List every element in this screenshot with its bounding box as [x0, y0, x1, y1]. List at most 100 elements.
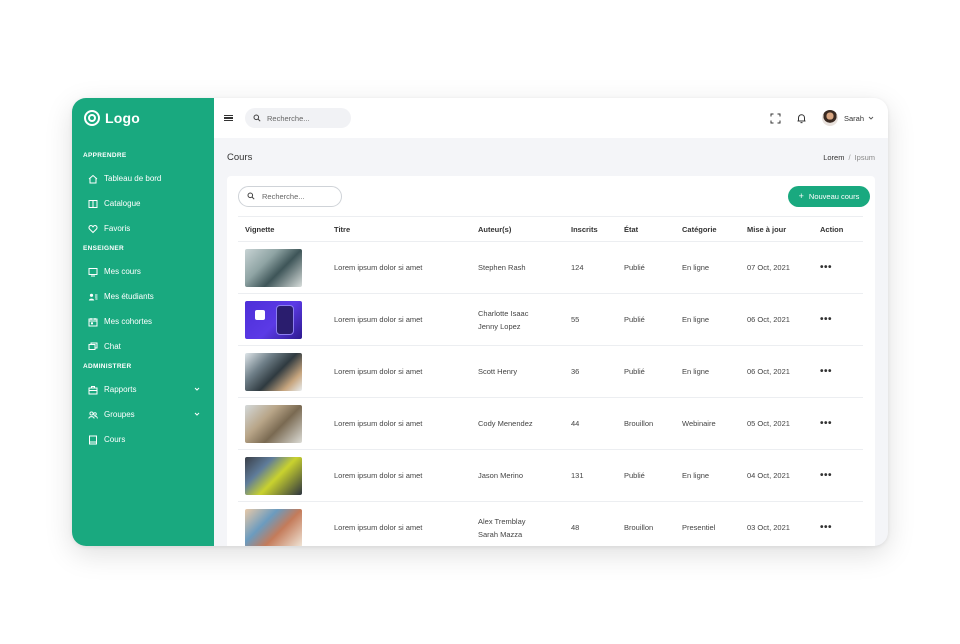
- more-options-icon[interactable]: •••: [820, 418, 832, 429]
- section-title-administrer: ADMINISTRER: [83, 362, 132, 370]
- course-updated: 05 Oct, 2021: [740, 397, 813, 450]
- top-search-input[interactable]: Recherche...: [245, 108, 351, 128]
- sidebar-item-label: Chat: [104, 342, 121, 351]
- course-title[interactable]: Lorem ipsum dolor si amet: [327, 397, 471, 450]
- breadcrumb-item: Ipsum: [854, 152, 875, 162]
- column-header-categorie[interactable]: Catégorie: [675, 216, 740, 242]
- author-name: Stephen Rash: [478, 263, 526, 272]
- chevron-down-icon[interactable]: [194, 386, 200, 392]
- users-icon: [87, 291, 98, 302]
- sidebar-item-favoris[interactable]: Favoris: [72, 216, 214, 241]
- course-title[interactable]: Lorem ipsum dolor si amet: [327, 293, 471, 346]
- author-name: Sarah Mazza: [478, 529, 523, 539]
- sidebar-item-mes-cours[interactable]: Mes cours: [72, 259, 214, 284]
- top-search-placeholder: Recherche...: [267, 113, 310, 123]
- column-header-mise-a-jour[interactable]: Mise à jour: [740, 216, 813, 242]
- user-name[interactable]: Sarah: [844, 114, 864, 123]
- course-authors: Alex Tremblay Sarah Mazza: [471, 501, 564, 546]
- breadcrumb-item[interactable]: Lorem: [823, 153, 844, 162]
- table-row[interactable]: Lorem ipsum dolor si amet Cody Menendez …: [238, 397, 863, 450]
- course-authors: Jason Merino: [471, 449, 564, 502]
- topbar-actions: Sarah: [755, 98, 874, 138]
- column-header-etat[interactable]: État: [617, 216, 675, 242]
- monitor-icon: [87, 266, 98, 277]
- course-state: Brouillon: [617, 501, 675, 546]
- course-thumbnail[interactable]: [245, 456, 302, 495]
- course-title[interactable]: Lorem ipsum dolor si amet: [327, 345, 471, 398]
- page-title: Cours: [227, 151, 253, 163]
- column-header-vignette[interactable]: Vignette: [238, 216, 327, 242]
- course-state: Publié: [617, 241, 675, 294]
- sidebar-item-cours[interactable]: Cours: [72, 427, 214, 452]
- sidebar-item-mes-cohortes[interactable]: Mes cohortes: [72, 309, 214, 334]
- sidebar-item-label: Cours: [104, 435, 126, 444]
- course-title[interactable]: Lorem ipsum dolor si amet: [327, 241, 471, 294]
- page-header: Cours Lorem / Ipsum: [214, 138, 888, 176]
- course-thumbnail[interactable]: [245, 508, 302, 546]
- table-row[interactable]: Lorem ipsum dolor si amet Scott Henry 36…: [238, 345, 863, 398]
- course-authors: Cody Menendez: [471, 397, 564, 450]
- table-header-row: Vignette Titre Auteur(s) Inscrits État C…: [238, 216, 863, 242]
- course-title[interactable]: Lorem ipsum dolor si amet: [327, 501, 471, 546]
- more-options-icon[interactable]: •••: [820, 366, 832, 377]
- new-course-button[interactable]: + Nouveau cours: [788, 185, 870, 207]
- course-thumbnail[interactable]: [245, 248, 302, 287]
- course-enrolled: 48: [564, 501, 617, 546]
- menu-icon[interactable]: [224, 114, 233, 122]
- column-header-titre[interactable]: Titre: [327, 216, 471, 242]
- course-updated: 06 Oct, 2021: [740, 345, 813, 398]
- course-state: Publié: [617, 293, 675, 346]
- more-options-icon[interactable]: •••: [820, 470, 832, 481]
- column-header-inscrits[interactable]: Inscrits: [564, 216, 617, 242]
- column-header-auteurs[interactable]: Auteur(s): [471, 216, 564, 242]
- sidebar-item-groupes[interactable]: Groupes: [72, 402, 214, 427]
- search-icon: [247, 192, 255, 200]
- course-search-input[interactable]: Recherche...: [238, 185, 342, 207]
- table-row[interactable]: Lorem ipsum dolor si amet Charlotte Isaa…: [238, 293, 863, 346]
- home-icon: [87, 173, 98, 184]
- course-enrolled: 124: [564, 241, 617, 294]
- course-title[interactable]: Lorem ipsum dolor si amet: [327, 449, 471, 502]
- author-name: Scott Henry: [478, 367, 518, 376]
- sidebar-item-tableau-de-bord[interactable]: Tableau de bord: [72, 166, 214, 191]
- course-updated: 06 Oct, 2021: [740, 293, 813, 346]
- course-updated: 03 Oct, 2021: [740, 501, 813, 546]
- sidebar-item-rapports[interactable]: Rapports: [72, 377, 214, 402]
- course-enrolled: 36: [564, 345, 617, 398]
- logo[interactable]: Logo: [72, 98, 214, 138]
- logo-icon: [84, 110, 100, 126]
- table-row[interactable]: Lorem ipsum dolor si amet Stephen Rash 1…: [238, 241, 863, 294]
- chevron-down-icon[interactable]: [868, 115, 874, 121]
- logo-text: Logo: [105, 110, 141, 126]
- more-options-icon[interactable]: •••: [820, 522, 832, 533]
- author-name: Charlotte Isaac: [478, 308, 529, 318]
- app-window: Logo APPRENDRE Tableau de bord Catalogue…: [72, 98, 888, 546]
- sidebar-item-mes-etudiants[interactable]: Mes étudiants: [72, 284, 214, 309]
- course-category: En ligne: [675, 449, 740, 502]
- course-authors: Scott Henry: [471, 345, 564, 398]
- sidebar-item-label: Catalogue: [104, 199, 141, 208]
- chevron-down-icon[interactable]: [194, 411, 200, 417]
- course-thumbnail[interactable]: [245, 352, 302, 391]
- course-thumbnail[interactable]: [245, 404, 302, 443]
- course-category: En ligne: [675, 345, 740, 398]
- column-header-action: Action: [813, 216, 863, 242]
- bell-icon[interactable]: [796, 113, 807, 124]
- group-icon: [87, 409, 98, 420]
- phone-icon: [276, 304, 294, 335]
- sidebar-item-chat[interactable]: Chat: [72, 334, 214, 359]
- heart-icon: [87, 223, 98, 234]
- fullscreen-icon[interactable]: [770, 113, 781, 124]
- course-category: Webinaire: [675, 397, 740, 450]
- table-row[interactable]: Lorem ipsum dolor si amet Jason Merino 1…: [238, 449, 863, 502]
- table-row[interactable]: Lorem ipsum dolor si amet Alex Tremblay S…: [238, 501, 863, 546]
- breadcrumb: Lorem / Ipsum: [823, 153, 875, 162]
- more-options-icon[interactable]: •••: [820, 314, 832, 325]
- course-thumbnail[interactable]: [245, 300, 302, 339]
- course-authors: Stephen Rash: [471, 241, 564, 294]
- sidebar-item-catalogue[interactable]: Catalogue: [72, 191, 214, 216]
- author-name: Jenny Lopez: [478, 321, 521, 331]
- sidebar-item-label: Groupes: [104, 410, 135, 419]
- avatar[interactable]: [821, 110, 838, 126]
- more-options-icon[interactable]: •••: [820, 262, 832, 273]
